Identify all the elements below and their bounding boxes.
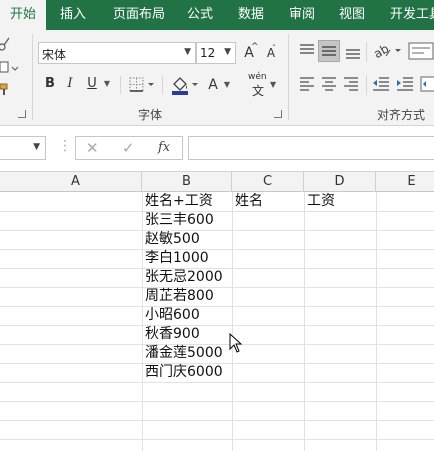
cell-b3[interactable]: 赵敏500 <box>142 230 200 249</box>
worksheet-grid[interactable]: A B C D E 姓名+工资 张三丰600 赵敏500 李白1000 张无忌2… <box>0 172 434 451</box>
cell-b4[interactable]: 李白1000 <box>142 249 209 268</box>
increase-indent-button[interactable] <box>396 75 414 93</box>
italic-button[interactable]: I <box>62 73 78 95</box>
cell-b1[interactable]: 姓名+工资 <box>142 192 213 211</box>
decrease-indent-button[interactable] <box>372 75 390 93</box>
column-header-row: A B C D E <box>0 172 434 192</box>
cell-d1[interactable]: 工资 <box>304 192 335 211</box>
column-header-c[interactable]: C <box>232 172 304 192</box>
cell-b8[interactable]: 秋香900 <box>142 325 200 344</box>
bottom-align-button[interactable] <box>344 42 362 60</box>
ribbon: 宋体 ▼ 12 ▼ A^ Aˇ B I U ▼ A ▼ wén 文 ▼ 字体 <box>0 30 434 126</box>
ribbon-separator <box>366 75 367 95</box>
font-size-combo[interactable]: 12 ▼ <box>196 42 236 64</box>
ribbon-separator <box>120 76 121 94</box>
font-color-button[interactable]: A <box>206 74 220 96</box>
chevron-down-icon: ▼ <box>184 47 191 57</box>
column-header-b[interactable]: B <box>142 172 232 192</box>
underline-button[interactable]: U <box>84 73 100 95</box>
font-name-combo[interactable]: 宋体 ▼ <box>38 42 196 64</box>
clipboard-launcher-icon[interactable] <box>18 110 26 118</box>
underline-dropdown-icon[interactable]: ▼ <box>102 73 112 95</box>
font-color-dropdown-icon[interactable]: ▼ <box>222 74 232 96</box>
cell-c1[interactable]: 姓名 <box>232 192 263 211</box>
cut-icon[interactable] <box>0 36 10 52</box>
tab-insert[interactable]: 插入 <box>50 0 96 30</box>
column-header-e[interactable]: E <box>376 172 434 192</box>
tab-page-layout[interactable]: 页面布局 <box>104 0 174 30</box>
cell-b2[interactable]: 张三丰600 <box>142 211 214 230</box>
insert-function-icon[interactable]: fx <box>158 140 170 155</box>
gridline <box>0 420 434 421</box>
shrink-font-button[interactable]: Aˇ <box>262 42 280 64</box>
cell-b10[interactable]: 西门庆6000 <box>142 363 223 382</box>
formula-bar: ▼ ⋮ ✕ ✓ fx <box>0 126 434 172</box>
phonetic-dropdown-icon: ▼ <box>270 80 277 89</box>
formula-buttons: ✕ ✓ fx <box>75 136 183 160</box>
gridline <box>0 306 434 307</box>
more-options-icon[interactable]: ⋮ <box>58 138 72 154</box>
wrap-text-button[interactable] <box>408 42 434 60</box>
borders-button[interactable] <box>128 76 156 94</box>
cell-b9[interactable]: 潘金莲5000 <box>142 344 223 363</box>
font-group-label: 字体 <box>138 108 163 122</box>
phonetic-button[interactable]: wén 文 ▼ <box>246 72 278 98</box>
align-left-button[interactable] <box>298 75 316 93</box>
alignment-group-label: 对齐方式 <box>377 108 426 122</box>
middle-align-button[interactable] <box>318 40 340 62</box>
top-align-button[interactable] <box>298 42 316 60</box>
cancel-icon[interactable]: ✕ <box>86 139 99 157</box>
bold-button[interactable]: B <box>42 73 58 95</box>
copy-icon[interactable] <box>0 60 19 76</box>
tab-review[interactable]: 审阅 <box>280 0 324 30</box>
gridline <box>0 401 434 402</box>
gridline <box>0 211 434 212</box>
ribbon-tab-bar: 开始 插入 页面布局 公式 数据 审阅 视图 开发工具 <box>0 0 434 30</box>
ribbon-separator <box>366 42 367 62</box>
cell-b6[interactable]: 周芷若800 <box>142 287 214 306</box>
gridline <box>0 382 434 383</box>
cell-b7[interactable]: 小昭600 <box>142 306 200 325</box>
font-name-value: 宋体 <box>42 48 67 62</box>
fill-color-button[interactable] <box>170 74 200 96</box>
gridline <box>0 230 434 231</box>
merge-center-button[interactable] <box>420 75 434 93</box>
tab-home[interactable]: 开始 <box>0 0 46 30</box>
font-size-value: 12 <box>200 46 216 60</box>
caret-up-icon: ^ <box>251 42 259 52</box>
caret-down-icon: ˇ <box>272 44 276 53</box>
orientation-button[interactable]: ab <box>371 40 402 62</box>
ribbon-separator <box>162 76 163 94</box>
phonetic-label: wén <box>248 72 267 82</box>
phonetic-char: 文 <box>252 84 265 98</box>
mouse-pointer-icon <box>229 332 243 355</box>
format-painter-icon[interactable] <box>0 82 10 96</box>
chevron-down-icon: ▼ <box>224 47 231 57</box>
tab-developer[interactable]: 开发工具 <box>382 0 434 30</box>
gridline <box>0 249 434 250</box>
name-box[interactable]: ▼ <box>0 136 46 160</box>
tab-data[interactable]: 数据 <box>228 0 274 30</box>
ribbon-separator <box>288 34 289 120</box>
align-right-button[interactable] <box>342 75 360 93</box>
font-color-icon: A <box>208 77 218 93</box>
cell-b5[interactable]: 张无忌2000 <box>142 268 223 287</box>
enter-check-icon[interactable]: ✓ <box>122 139 135 157</box>
column-header-a[interactable]: A <box>0 172 142 192</box>
formula-input[interactable] <box>188 136 434 160</box>
align-center-button[interactable] <box>320 75 338 93</box>
grow-font-button[interactable]: A ^ <box>240 42 258 64</box>
gridline <box>0 439 434 440</box>
gridline <box>0 287 434 288</box>
tab-formulas[interactable]: 公式 <box>178 0 222 30</box>
tab-view[interactable]: 视图 <box>330 0 374 30</box>
chevron-down-icon: ▼ <box>33 142 40 152</box>
ribbon-separator <box>32 34 33 120</box>
column-header-d[interactable]: D <box>304 172 376 192</box>
svg-text:ab: ab <box>372 41 391 61</box>
gridline <box>0 325 434 326</box>
font-launcher-icon[interactable] <box>274 110 282 118</box>
